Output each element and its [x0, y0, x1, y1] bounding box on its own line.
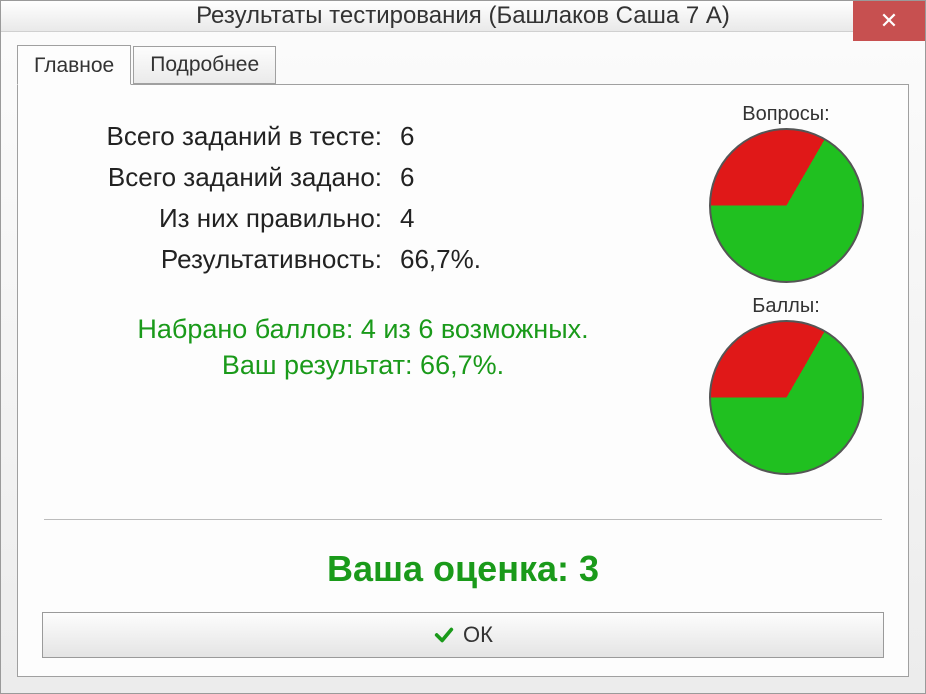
chart-label-points: Баллы:: [709, 295, 864, 318]
stat-row-efficiency: Результативность: 66,7%.: [40, 244, 686, 275]
ok-button[interactable]: ОК: [42, 612, 884, 658]
stat-value: 6: [400, 162, 414, 193]
content-area: Главное Подробнее Всего заданий в тесте:…: [1, 32, 925, 693]
stat-label: Результативность:: [40, 244, 400, 275]
stat-label: Всего заданий задано:: [40, 162, 400, 193]
close-button[interactable]: ✕: [853, 1, 925, 41]
chart-questions: Вопросы:: [709, 103, 864, 283]
chart-label-questions: Вопросы:: [709, 103, 864, 126]
stat-row-total-in-test: Всего заданий в тесте: 6: [40, 121, 686, 152]
tabs-row: Главное Подробнее: [17, 42, 909, 84]
window-title: Результаты тестирования (Башлаков Саша 7…: [196, 2, 730, 30]
stat-value: 66,7%.: [400, 244, 481, 275]
pie-questions-icon: [709, 128, 864, 283]
stats-column: Всего заданий в тесте: 6 Всего заданий з…: [40, 103, 686, 487]
stat-label: Из них правильно:: [40, 203, 400, 234]
score-block: Набрано баллов: 4 из 6 возможных. Ваш ре…: [40, 311, 686, 384]
titlebar: Результаты тестирования (Башлаков Саша 7…: [1, 1, 925, 32]
score-line-1: Набрано баллов: 4 из 6 возможных.: [40, 311, 686, 347]
stat-label: Всего заданий в тесте:: [40, 121, 400, 152]
ok-button-label: ОК: [463, 622, 493, 648]
tab-panel-main: Всего заданий в тесте: 6 Всего заданий з…: [17, 84, 909, 677]
window: Результаты тестирования (Башлаков Саша 7…: [0, 0, 926, 694]
chart-points: Баллы:: [709, 295, 864, 475]
score-line-2: Ваш результат: 66,7%.: [40, 347, 686, 383]
tab-main[interactable]: Главное: [17, 45, 131, 85]
close-icon: ✕: [880, 8, 898, 34]
check-icon: [433, 624, 455, 646]
pie-points-icon: [709, 320, 864, 475]
divider: [44, 519, 882, 520]
stat-value: 4: [400, 203, 414, 234]
charts-column: Вопросы: Баллы:: [686, 103, 886, 487]
tab-label: Главное: [34, 54, 114, 77]
tab-details[interactable]: Подробнее: [133, 46, 276, 84]
stat-value: 6: [400, 121, 414, 152]
tab-label: Подробнее: [150, 53, 259, 76]
stat-row-total-asked: Всего заданий задано: 6: [40, 162, 686, 193]
stat-row-correct: Из них правильно: 4: [40, 203, 686, 234]
grade-text: Ваша оценка: 3: [40, 548, 886, 590]
main-area: Всего заданий в тесте: 6 Всего заданий з…: [40, 103, 886, 487]
